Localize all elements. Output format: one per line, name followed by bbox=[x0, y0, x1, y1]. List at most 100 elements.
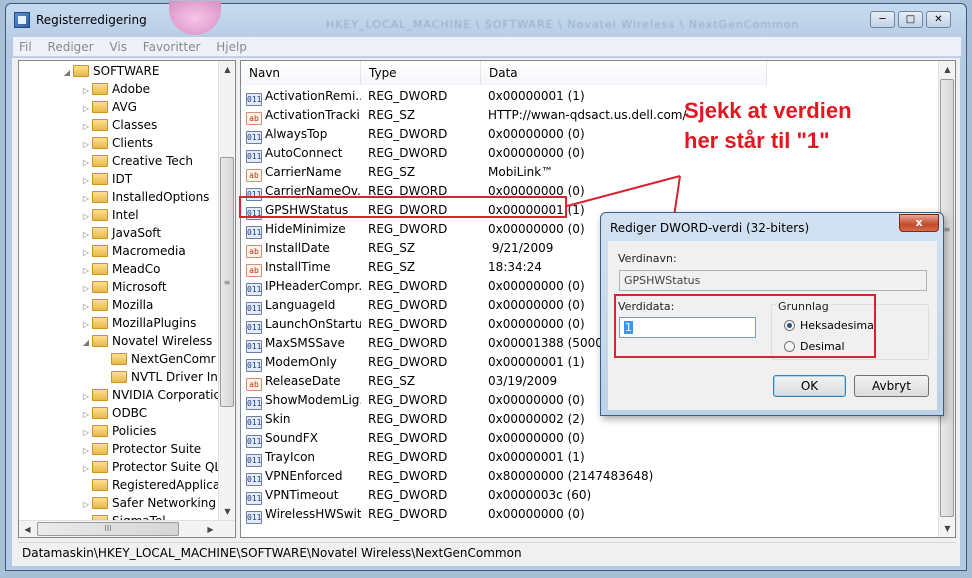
dialog-title: Rediger DWORD-verdi (32-biters) bbox=[610, 221, 810, 235]
tree-hscroll-thumb[interactable]: III bbox=[37, 522, 179, 536]
value-name: InstallDate bbox=[265, 241, 330, 255]
tree-item[interactable]: ▷ MozillaPlugins bbox=[80, 314, 196, 332]
value-type: REG_DWORD bbox=[368, 355, 448, 369]
tree-horizontal-scrollbar[interactable]: ◀ III ▶ bbox=[19, 520, 235, 537]
tree-item[interactable]: ▷ NVIDIA Corporatic bbox=[80, 386, 220, 404]
menu-favorites[interactable]: Favoritter bbox=[137, 37, 207, 54]
expanded-arrow-icon[interactable]: ◢ bbox=[61, 64, 73, 82]
dword-value-icon: 011 bbox=[246, 131, 262, 144]
tree-item[interactable]: ▷ Intel bbox=[80, 206, 139, 224]
value-name-cell: 011 TrayIcon bbox=[246, 448, 361, 467]
tree-item[interactable]: ▷ Policies bbox=[80, 422, 156, 440]
tree-item[interactable]: NextGenComr bbox=[99, 350, 216, 368]
dword-value-icon: 011 bbox=[246, 150, 262, 163]
value-row[interactable]: 011 SoundFX REG_DWORD 0x00000000 (0) bbox=[241, 429, 939, 448]
value-name-cell: 011 HideMinimize bbox=[246, 220, 361, 239]
value-name-cell: 011 VPNTimeout bbox=[246, 486, 361, 505]
tree-item[interactable]: ▷ MeadCo bbox=[80, 260, 161, 278]
close-button[interactable]: ✕ bbox=[926, 11, 951, 28]
value-row[interactable]: 011 TrayIcon REG_DWORD 0x00000001 (1) bbox=[241, 448, 939, 467]
value-type: REG_DWORD bbox=[368, 450, 448, 464]
column-header-data[interactable]: Data bbox=[481, 61, 767, 85]
tree-item[interactable]: ▷ Safer Networking bbox=[80, 494, 216, 512]
column-header-name[interactable]: Navn bbox=[241, 61, 361, 85]
tree-item-label: InstalledOptions bbox=[112, 190, 210, 204]
folder-icon bbox=[73, 65, 89, 77]
value-type: REG_DWORD bbox=[368, 393, 448, 407]
tree-item[interactable]: ▷ JavaSoft bbox=[80, 224, 161, 242]
value-data: MobiLink™ bbox=[488, 165, 554, 179]
tree-item[interactable]: ▷ Macromedia bbox=[80, 242, 186, 260]
value-name: AlwaysTop bbox=[265, 127, 328, 141]
value-name: SoundFX bbox=[265, 431, 318, 445]
annotation-highlight-gpshwstatus bbox=[239, 196, 567, 218]
tree-item[interactable]: ◢ Novatel Wireless bbox=[80, 332, 212, 350]
tree-item[interactable]: NVTL Driver In bbox=[99, 368, 218, 386]
minimize-button[interactable]: ─ bbox=[870, 11, 895, 28]
value-name-field: GPSHWStatus bbox=[619, 270, 927, 291]
tree-item[interactable]: ▷ ODBC bbox=[80, 404, 147, 422]
value-name: InstallTime bbox=[265, 260, 331, 274]
value-name: CarrierName bbox=[265, 165, 342, 179]
menu-help[interactable]: Hjelp bbox=[210, 37, 253, 54]
tree-item-label: RegisteredApplica bbox=[112, 478, 221, 492]
value-data: 0x00000001 (1) bbox=[488, 450, 585, 464]
menu-file[interactable]: Fil bbox=[13, 37, 38, 54]
value-name: ActivationTracki... bbox=[265, 108, 361, 122]
value-type: REG_DWORD bbox=[368, 222, 448, 236]
tree-item[interactable]: ▷ Mozilla bbox=[80, 296, 153, 314]
scroll-left-arrow-icon[interactable]: ◀ bbox=[19, 521, 36, 537]
tree-item[interactable]: ▷ Clients bbox=[80, 134, 153, 152]
values-scroll-down-icon[interactable]: ▼ bbox=[939, 520, 955, 537]
column-header-type[interactable]: Type bbox=[361, 61, 481, 85]
title-bar[interactable]: Registerredigering HKEY_LOCAL_MACHINE \ … bbox=[6, 1, 966, 35]
scroll-right-arrow-icon[interactable]: ▶ bbox=[202, 521, 219, 537]
key-tree[interactable]: ◢ SOFTWARE ▷ Adobe ▷ AVG ▷ Classes ▷ Clients ▷ Crea… bbox=[18, 60, 236, 538]
tree-item-label: Classes bbox=[112, 118, 158, 132]
value-row[interactable]: 011WirelessHWSwit... REG_DWORD 0x00000000 … bbox=[241, 505, 939, 524]
tree-item[interactable]: ▷ Classes bbox=[80, 116, 157, 134]
tree-item-label: MozillaPlugins bbox=[112, 316, 197, 330]
annotation-highlight-dialog bbox=[614, 294, 876, 358]
tree-item[interactable]: ▷ Protector Suite bbox=[80, 440, 201, 458]
tree-item[interactable]: ▷ Microsoft bbox=[80, 278, 167, 296]
value-type: REG_DWORD bbox=[368, 298, 448, 312]
dialog-close-button[interactable]: x bbox=[899, 214, 939, 232]
scroll-down-arrow-icon[interactable]: ▼ bbox=[219, 503, 235, 520]
maximize-button[interactable]: □ bbox=[898, 11, 923, 28]
cancel-button[interactable]: Avbryt bbox=[854, 375, 929, 397]
expanded-arrow-icon[interactable]: ◢ bbox=[80, 334, 92, 352]
folder-icon bbox=[92, 335, 108, 347]
value-name-cell: 011 ActivationRemi... bbox=[246, 87, 361, 106]
blurred-title-path: HKEY_LOCAL_MACHINE \ SOFTWARE \ Novatel … bbox=[326, 18, 800, 31]
value-name: ActivationRemi... bbox=[265, 89, 361, 103]
value-row[interactable]: 011 VPNEnforced REG_DWORD 0x80000000 (21474… bbox=[241, 467, 939, 486]
scroll-up-arrow-icon[interactable]: ▲ bbox=[219, 61, 235, 78]
value-name: LaunchOnStartup bbox=[265, 317, 361, 331]
menu-edit[interactable]: Rediger bbox=[42, 37, 100, 54]
folder-icon bbox=[92, 155, 108, 167]
value-name-cell: ab ReleaseDate bbox=[246, 372, 361, 391]
tree-item-label: Mozilla bbox=[112, 298, 154, 312]
tree-item[interactable]: ▷ AVG bbox=[80, 98, 137, 116]
value-name-label: Verdinavn: bbox=[618, 252, 677, 265]
value-row[interactable]: ab CarrierName REG_SZ MobiLink™ bbox=[241, 163, 939, 182]
value-row[interactable]: 011 VPNTimeout REG_DWORD 0x0000003c (60) bbox=[241, 486, 939, 505]
tree-item[interactable]: ▷ IDT bbox=[80, 170, 132, 188]
tree-item[interactable]: ▷ Adobe bbox=[80, 80, 150, 98]
tree-vertical-scrollbar[interactable]: ▲ ≡ ▼ bbox=[218, 61, 235, 520]
annotation-line-2: her står til "1" bbox=[684, 128, 830, 153]
dword-value-icon: 011 bbox=[246, 226, 262, 239]
value-data: 0x0000003c (60) bbox=[488, 488, 592, 502]
ok-button[interactable]: OK bbox=[773, 375, 846, 397]
tree-item[interactable]: ◢ SOFTWARE bbox=[61, 62, 160, 82]
menu-view[interactable]: Vis bbox=[103, 37, 133, 54]
values-scroll-up-icon[interactable]: ▲ bbox=[939, 61, 955, 78]
tree-item[interactable]: RegisteredApplica bbox=[80, 476, 220, 494]
tree-item[interactable]: ▷ InstalledOptions bbox=[80, 188, 210, 206]
value-data: 0x00000000 (0) bbox=[488, 431, 585, 445]
tree-scroll-thumb[interactable]: ≡ bbox=[220, 157, 234, 407]
tree-item[interactable]: ▷ Creative Tech bbox=[80, 152, 193, 170]
tree-item[interactable]: ▷ Protector Suite QL bbox=[80, 458, 221, 476]
value-type: REG_DWORD bbox=[368, 431, 448, 445]
